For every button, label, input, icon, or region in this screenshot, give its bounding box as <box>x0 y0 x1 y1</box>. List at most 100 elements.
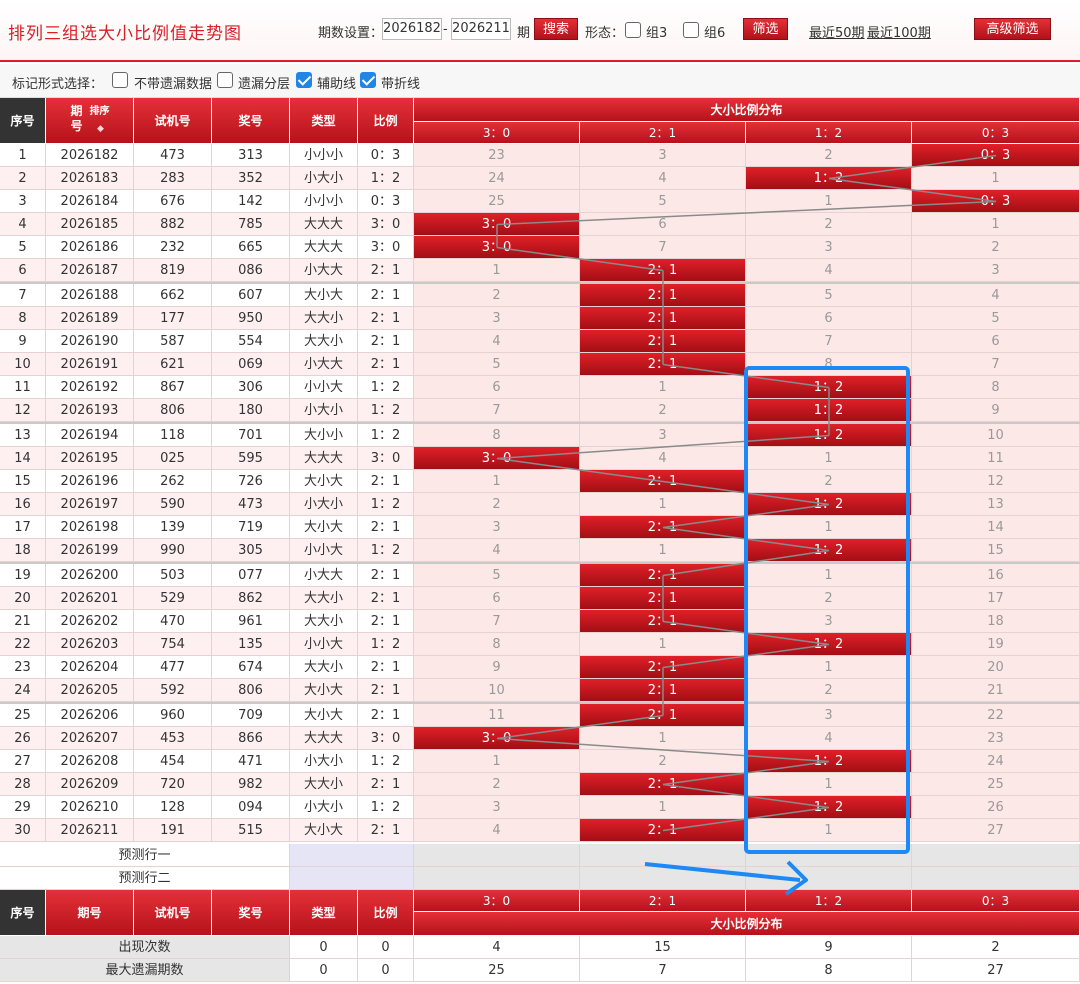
row-seq: 21 <box>0 610 46 633</box>
row-trial: 453 <box>134 727 212 750</box>
row-seq: 22 <box>0 633 46 656</box>
dist-miss-cell: 3 <box>912 259 1080 282</box>
polyline-checkbox[interactable] <box>360 72 376 88</box>
dist-miss-cell: 3 <box>746 704 912 727</box>
page-title: 排列三组选大小比例值走势图 <box>8 24 242 44</box>
row-seq: 4 <box>0 213 46 236</box>
row-prize: 515 <box>212 819 290 842</box>
dist-miss-cell: 6 <box>414 587 580 610</box>
footer-trial: 试机号 <box>134 890 212 936</box>
dist-miss-cell: 24 <box>912 750 1080 773</box>
row-period: 2026209 <box>46 773 134 796</box>
dist-miss-cell: 8 <box>414 633 580 656</box>
dist-miss-cell: 21 <box>912 679 1080 702</box>
group6-checkbox[interactable] <box>683 22 699 38</box>
auxiliary-line-label: 辅助线 <box>317 77 357 92</box>
row-ratio: 3：0 <box>358 727 414 750</box>
row-prize: 701 <box>212 424 290 447</box>
row-trial: 754 <box>134 633 212 656</box>
stat-value: 7 <box>580 959 746 982</box>
dist-hit-cell: 3：0 <box>414 727 580 750</box>
dist-miss-cell: 17 <box>912 587 1080 610</box>
row-type: 大小大 <box>290 819 358 842</box>
dist-hit-cell: 1：2 <box>746 633 912 656</box>
dist-miss-cell: 3 <box>414 307 580 330</box>
footer-seq: 序号 <box>0 890 46 936</box>
dist-hit-cell: 2：1 <box>580 284 746 307</box>
predict-row-one-cell[interactable] <box>912 844 1080 867</box>
last-100-link[interactable]: 最近100期 <box>867 22 931 41</box>
row-type: 大小大 <box>290 470 358 493</box>
row-seq: 11 <box>0 376 46 399</box>
predict-row-two-blank <box>290 867 414 890</box>
search-button[interactable]: 搜索 <box>534 18 578 40</box>
predict-row-one-cell[interactable] <box>746 844 912 867</box>
row-period: 2026210 <box>46 796 134 819</box>
row-trial: 177 <box>134 307 212 330</box>
row-trial: 819 <box>134 259 212 282</box>
predict-row-two-cell[interactable] <box>414 867 580 890</box>
row-period: 2026194 <box>46 424 134 447</box>
no-missing-data-label: 不带遗漏数据 <box>134 77 213 92</box>
dist-miss-cell: 2 <box>414 284 580 307</box>
stat-value: 8 <box>746 959 912 982</box>
predict-row-two-cell[interactable] <box>912 867 1080 890</box>
row-period: 2026186 <box>46 236 134 259</box>
dist-miss-cell: 25 <box>912 773 1080 796</box>
row-seq: 17 <box>0 516 46 539</box>
stat-value: 2 <box>912 936 1080 959</box>
dist-miss-cell: 3 <box>580 144 746 167</box>
row-prize: 595 <box>212 447 290 470</box>
row-ratio: 2：1 <box>358 564 414 587</box>
auxiliary-line-checkbox[interactable] <box>296 72 312 88</box>
row-prize: 982 <box>212 773 290 796</box>
dist-miss-cell: 2 <box>746 144 912 167</box>
header-type: 类型 <box>290 98 358 144</box>
advanced-filter-button[interactable]: 高级筛选 <box>974 18 1051 40</box>
header-period-label: 期号 <box>70 104 83 133</box>
group6-label: 组6 <box>704 26 726 41</box>
row-ratio: 2：1 <box>358 773 414 796</box>
dist-miss-cell: 2 <box>414 493 580 516</box>
row-seq: 13 <box>0 424 46 447</box>
dist-miss-cell: 6 <box>912 330 1080 353</box>
dist-miss-cell: 1 <box>746 447 912 470</box>
predict-row-one-cell[interactable] <box>580 844 746 867</box>
row-trial: 477 <box>134 656 212 679</box>
last-50-link[interactable]: 最近50期 <box>809 22 865 41</box>
dist-hit-cell: 2：1 <box>580 353 746 376</box>
period-to-input[interactable]: 2026211 <box>451 18 511 40</box>
row-ratio: 2：1 <box>358 330 414 353</box>
row-prize: 554 <box>212 330 290 353</box>
dist-miss-cell: 10 <box>414 679 580 702</box>
row-type: 大大大 <box>290 447 358 470</box>
footer-type: 类型 <box>290 890 358 936</box>
row-prize: 607 <box>212 284 290 307</box>
footer-dist-col: 1：2 <box>746 890 912 912</box>
row-type: 大大小 <box>290 587 358 610</box>
dist-miss-cell: 8 <box>912 376 1080 399</box>
dist-miss-cell: 23 <box>414 144 580 167</box>
dist-miss-cell: 4 <box>414 330 580 353</box>
period-from-input[interactable]: 2026182 <box>382 18 442 40</box>
no-missing-data-checkbox[interactable] <box>112 72 128 88</box>
dist-miss-cell: 4 <box>746 727 912 750</box>
filter-button[interactable]: 筛选 <box>743 18 788 40</box>
sort-button[interactable]: 排序 <box>90 106 110 117</box>
missing-layer-checkbox[interactable] <box>217 72 233 88</box>
stat-ratio: 0 <box>358 959 414 982</box>
row-period: 2026206 <box>46 704 134 727</box>
predict-row-two-cell[interactable] <box>580 867 746 890</box>
row-period: 2026185 <box>46 213 134 236</box>
footer-dist: 大小比例分布 <box>414 912 1080 936</box>
predict-row-two-cell[interactable] <box>746 867 912 890</box>
dist-miss-cell: 2 <box>912 236 1080 259</box>
dist-miss-cell: 7 <box>414 399 580 422</box>
row-seq: 3 <box>0 190 46 213</box>
group3-label: 组3 <box>646 26 668 41</box>
group3-checkbox[interactable] <box>625 22 641 38</box>
row-seq: 20 <box>0 587 46 610</box>
predict-row-one-cell[interactable] <box>414 844 580 867</box>
row-ratio: 0：3 <box>358 190 414 213</box>
row-period: 2026207 <box>46 727 134 750</box>
